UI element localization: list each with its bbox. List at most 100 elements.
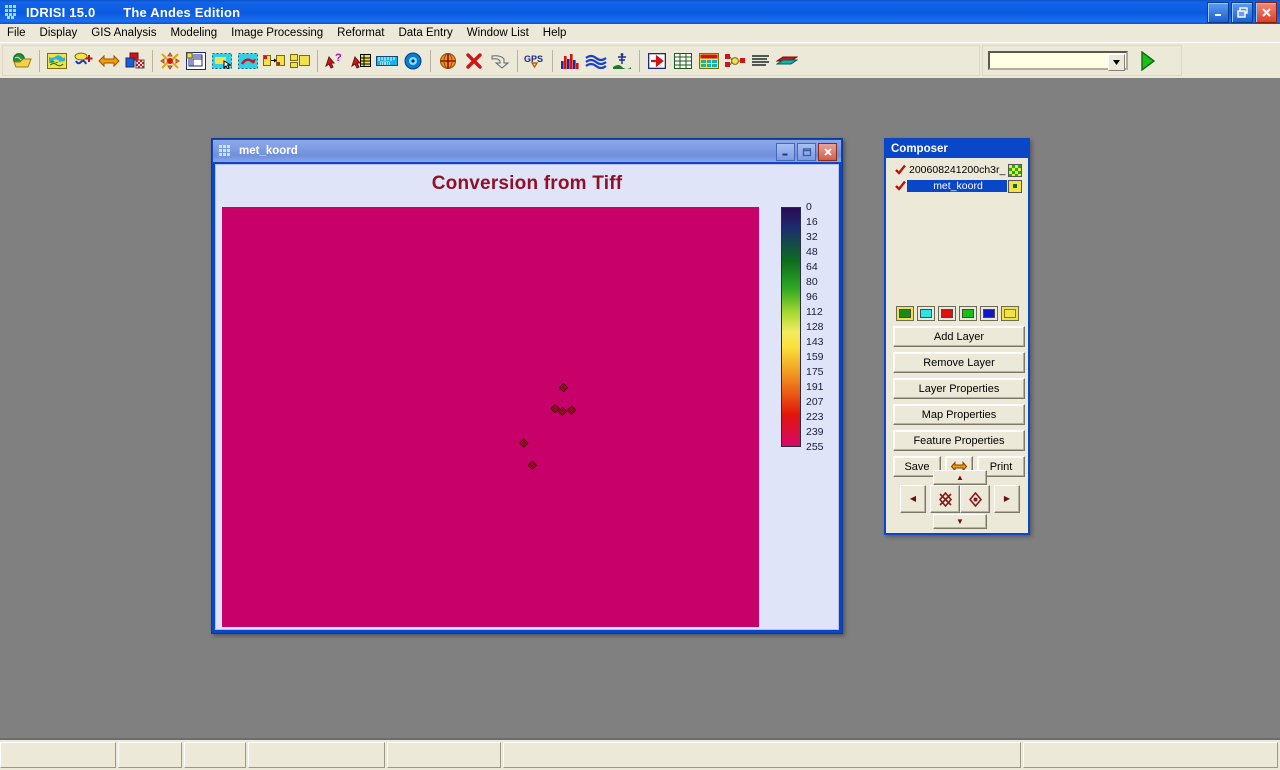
- composer-title-bar[interactable]: Composer: [886, 140, 1028, 158]
- zoom-window-button[interactable]: [960, 485, 990, 513]
- chevron-down-icon[interactable]: [1108, 54, 1125, 71]
- composer-button-stack: Add Layer Remove Layer Layer Properties …: [893, 326, 1025, 482]
- layer-properties-button[interactable]: Layer Properties: [893, 378, 1025, 399]
- menu-item-window-list[interactable]: Window List: [460, 26, 536, 40]
- palette-blue-button[interactable]: [980, 306, 998, 321]
- zoom-fit-icon[interactable]: [157, 48, 183, 74]
- gps-icon[interactable]: GPS: [522, 48, 548, 74]
- legend-tick: 128: [806, 321, 824, 333]
- map-point-symbol[interactable]: [558, 382, 569, 393]
- menu-item-reformat[interactable]: Reformat: [330, 26, 391, 40]
- feature-properties-button[interactable]: Feature Properties: [893, 430, 1025, 451]
- legend-tick: 96: [806, 291, 818, 303]
- map-window-title-bar[interactable]: met_koord: [213, 140, 841, 162]
- remove-layer-button[interactable]: Remove Layer: [893, 352, 1025, 373]
- table-grid-icon[interactable]: [670, 48, 696, 74]
- palette-cyan-button[interactable]: [917, 306, 935, 321]
- map-point-symbol[interactable]: [527, 460, 538, 471]
- minimize-button[interactable]: [1207, 2, 1229, 23]
- layer-visibility-checkmark-icon[interactable]: [894, 181, 907, 191]
- zoom-window-icon: [968, 491, 982, 507]
- map-minimize-button[interactable]: [776, 143, 795, 161]
- align-windows-icon[interactable]: [287, 48, 313, 74]
- app-name: IDRISI 15.0: [26, 4, 96, 20]
- raster-display[interactable]: [222, 207, 759, 627]
- map-window-icon: [219, 144, 232, 158]
- layers-stack-icon[interactable]: [183, 48, 209, 74]
- layer-visibility-checkmark-icon[interactable]: [894, 165, 907, 175]
- menu-item-image-processing[interactable]: Image Processing: [224, 26, 330, 40]
- list-item[interactable]: 200608241200ch3r_: [894, 162, 1022, 178]
- app-icon: [4, 4, 20, 20]
- measure-ruler-icon[interactable]: mm: [374, 48, 400, 74]
- map-caption: Conversion from Tiff: [431, 173, 623, 194]
- idrisi-application-window: IDRISI 15.0 The Andes Edition File Displ…: [0, 0, 1280, 770]
- menu-item-modeling[interactable]: Modeling: [163, 26, 224, 40]
- pan-left-button[interactable]: ◀: [900, 485, 926, 513]
- cursor-query-icon[interactable]: ?: [322, 48, 348, 74]
- select-box-cursor-icon[interactable]: [209, 48, 235, 74]
- delete-red-x-icon[interactable]: [461, 48, 487, 74]
- status-panel: [117, 742, 183, 768]
- surface-trend-icon[interactable]: [609, 48, 635, 74]
- shortcut-combo[interactable]: [988, 51, 1128, 71]
- svg-text:mm: mm: [380, 61, 390, 67]
- full-extent-button[interactable]: [930, 485, 960, 513]
- layer-name[interactable]: met_koord: [907, 180, 1007, 192]
- layer-copy-icon[interactable]: [122, 48, 148, 74]
- point-symbol-swatch[interactable]: [1008, 179, 1022, 193]
- palette-custom-button[interactable]: [1001, 306, 1019, 321]
- database-table-icon[interactable]: [696, 48, 722, 74]
- flowchart-icon[interactable]: [722, 48, 748, 74]
- map-properties-button[interactable]: Map Properties: [893, 404, 1025, 425]
- collection-layers-icon[interactable]: [774, 48, 800, 74]
- page-title: IDRISI 15.0 The Andes Edition: [26, 5, 240, 20]
- toolbar-separator: [152, 49, 153, 72]
- legend-tick: 64: [806, 261, 818, 273]
- globe-orange-icon[interactable]: [435, 48, 461, 74]
- horizontal-arrows-icon[interactable]: [96, 48, 122, 74]
- map-window-title: met_koord: [239, 145, 298, 157]
- copy-to-new-icon[interactable]: [261, 48, 287, 74]
- list-item[interactable]: met_koord: [894, 178, 1022, 194]
- map-restore-button[interactable]: [797, 143, 816, 161]
- menu-item-file[interactable]: File: [0, 26, 33, 40]
- histogram-icon[interactable]: [557, 48, 583, 74]
- pan-right-button[interactable]: ▶: [994, 485, 1020, 513]
- close-button[interactable]: [1255, 2, 1277, 23]
- menu-item-display[interactable]: Display: [33, 26, 85, 40]
- target-circle-icon[interactable]: [400, 48, 426, 74]
- toolbar-separator: [39, 49, 40, 72]
- layer-name[interactable]: 200608241200ch3r_: [907, 164, 1007, 176]
- display-launcher-icon[interactable]: [44, 48, 70, 74]
- profile-wave-icon[interactable]: [583, 48, 609, 74]
- palette-green-button[interactable]: [959, 306, 977, 321]
- import-arrow-icon[interactable]: [644, 48, 670, 74]
- map-point-symbol[interactable]: [566, 405, 577, 416]
- legend-tick-labels: 0 16 32 48 64 80 96 112 128 143 159 175 191 207 223 239…: [806, 202, 836, 453]
- open-folder-globe-icon[interactable]: [9, 48, 35, 74]
- add-layer-icon[interactable]: [70, 48, 96, 74]
- window-controls: [1207, 2, 1277, 23]
- menu-item-gis-analysis[interactable]: GIS Analysis: [84, 26, 163, 40]
- vector-point-layer[interactable]: [222, 207, 759, 627]
- raster-palette-swatch[interactable]: [1008, 163, 1022, 177]
- legend-tick: 48: [806, 246, 818, 258]
- restore-button[interactable]: [1231, 2, 1253, 23]
- pan-down-button[interactable]: ▼: [933, 514, 987, 529]
- pan-up-button[interactable]: ▲: [933, 470, 987, 485]
- cursor-table-icon[interactable]: [348, 48, 374, 74]
- select-box-undo-icon[interactable]: [235, 48, 261, 74]
- shortcut-input[interactable]: [990, 53, 1109, 68]
- map-point-symbol[interactable]: [519, 438, 529, 448]
- menu-item-help[interactable]: Help: [536, 26, 574, 40]
- text-list-icon[interactable]: [748, 48, 774, 74]
- palette-red-button[interactable]: [938, 306, 956, 321]
- add-layer-button[interactable]: Add Layer: [893, 326, 1025, 347]
- menu-item-data-entry[interactable]: Data Entry: [391, 26, 459, 40]
- map-close-button[interactable]: [818, 143, 837, 161]
- status-panel: [184, 742, 247, 768]
- palette-default-button[interactable]: [896, 306, 914, 321]
- arrow-down-hook-icon[interactable]: [487, 48, 513, 74]
- run-button[interactable]: [1136, 49, 1160, 73]
